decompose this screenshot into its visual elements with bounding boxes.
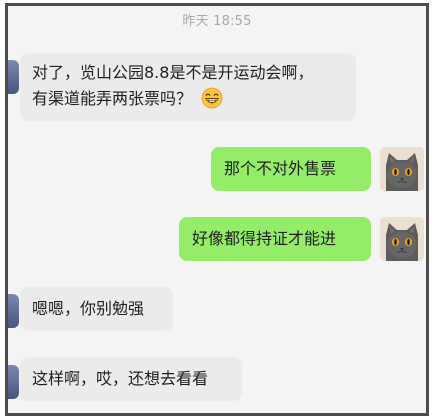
user-avatar-cat[interactable]	[380, 147, 424, 191]
chat-window: 昨天 18:55 对了，览山公园8.8是不是开运动会啊， 有渠道能弄两张票吗？ …	[5, 3, 429, 416]
contact-avatar[interactable]	[8, 365, 19, 399]
outgoing-message-bubble[interactable]: 那个不对外售票	[211, 147, 371, 191]
message-text: 这样啊，哎，还想去看看	[32, 369, 209, 388]
grinning-face-emoji	[201, 87, 223, 109]
incoming-message-bubble[interactable]: 这样啊，哎，还想去看看	[20, 357, 242, 401]
cat-face-icon	[380, 217, 424, 261]
contact-avatar[interactable]	[8, 60, 19, 94]
message-text-line: 对了，览山公园8.8是不是开运动会啊，	[32, 63, 314, 82]
message-text: 嗯嗯，你别勉强	[32, 299, 145, 318]
message-text: 好像都得持证才能进	[192, 229, 337, 248]
incoming-message-bubble[interactable]: 嗯嗯，你别勉强	[20, 287, 173, 331]
message-text: 那个不对外售票	[224, 159, 337, 178]
contact-avatar[interactable]	[8, 294, 19, 328]
user-avatar-cat[interactable]	[380, 217, 424, 261]
message-timestamp: 昨天 18:55	[182, 14, 252, 29]
incoming-message-bubble[interactable]: 对了，览山公园8.8是不是开运动会啊， 有渠道能弄两张票吗？	[20, 53, 356, 121]
cat-face-icon	[380, 147, 424, 191]
outgoing-message-bubble[interactable]: 好像都得持证才能进	[179, 217, 371, 261]
message-text-line: 有渠道能弄两张票吗？	[32, 89, 193, 108]
